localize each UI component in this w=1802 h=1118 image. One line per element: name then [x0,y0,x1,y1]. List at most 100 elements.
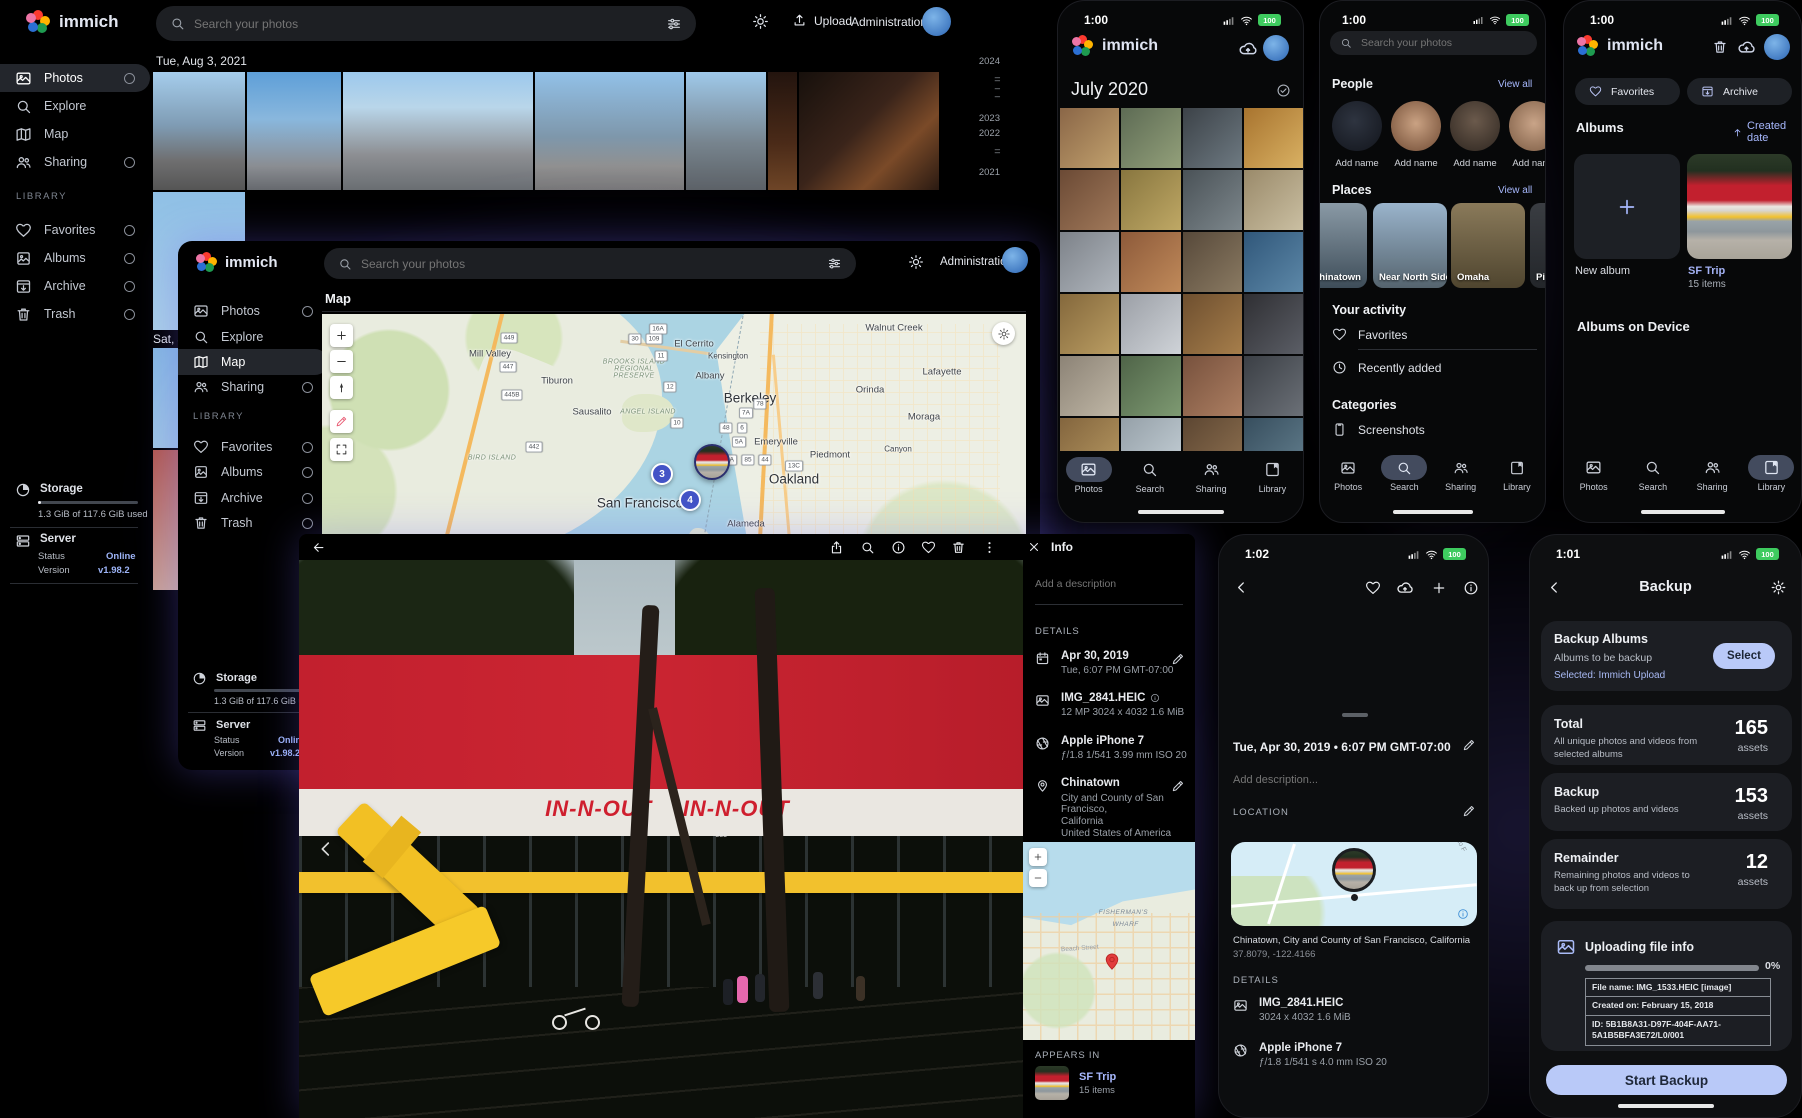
sort-created-date[interactable]: Created date [1732,120,1801,144]
description-input[interactable] [1233,774,1433,786]
photo-thumbnail[interactable] [343,72,533,190]
map-fullscreen-button[interactable] [330,438,353,461]
person-face[interactable] [1509,101,1546,151]
photo-tile[interactable] [1121,108,1180,168]
photo-thumbnail[interactable] [768,72,797,190]
search-bar[interactable] [1330,31,1537,55]
favorite-heart-icon[interactable] [921,540,936,555]
photo-thumbnail[interactable] [247,72,341,190]
search-input[interactable] [1361,37,1527,49]
map-zoom-out-button[interactable] [1029,869,1047,887]
sidebar-item-trash[interactable]: Trash [178,510,328,536]
edit-location-pencil-icon[interactable] [1171,779,1185,793]
search-bar[interactable] [156,6,696,41]
photo-tile[interactable] [1183,418,1242,451]
photo-thumbnail[interactable] [153,72,245,190]
upload-cloud-icon[interactable] [1396,579,1414,597]
place-tile[interactable]: Chinatown [1319,203,1367,288]
app-logo[interactable]: immich [26,10,119,34]
map-draw-button[interactable] [330,410,353,433]
sync-cloud-icon[interactable] [1238,39,1258,59]
sidebar-item-albums[interactable]: Albums [0,244,150,272]
photo-tile[interactable] [1244,356,1303,416]
nav-sharing[interactable]: Sharing [1683,455,1742,492]
place-tile[interactable]: Pi [1530,203,1546,288]
share-icon[interactable] [829,540,844,555]
close-icon[interactable] [1027,540,1041,554]
sidebar-item-explore[interactable]: Explore [178,324,328,350]
map-cluster-marker[interactable]: 4 [679,489,701,511]
photo-thumbnail[interactable] [799,72,939,190]
nav-photos[interactable]: Photos [1058,457,1119,494]
photo-tile[interactable] [1060,418,1119,451]
person-face[interactable] [1450,101,1500,151]
nav-library[interactable]: Library [1242,457,1303,494]
search-input[interactable] [194,17,657,31]
photo-tile[interactable] [1121,418,1180,451]
photo-tile[interactable] [1244,170,1303,230]
nav-library[interactable]: Library [1489,455,1545,492]
favorites-button[interactable]: Favorites [1575,78,1680,105]
person-face[interactable] [1332,101,1382,151]
add-name-label[interactable]: Add name [1388,158,1444,169]
add-name-label[interactable]: Add name [1447,158,1503,169]
map-photo-marker[interactable] [694,444,730,480]
sidebar-item-archive[interactable]: Archive [0,272,150,300]
photo-tile[interactable] [1183,108,1242,168]
trash-icon[interactable] [1712,39,1728,55]
photo-main-innout[interactable]: IN-N-OUT IN-N-OUT 333 [299,560,1023,1118]
photo-tile[interactable] [1060,170,1119,230]
theme-toggle-sun-icon[interactable] [752,13,769,30]
administration-link[interactable]: Administration [851,15,927,29]
photo-tile[interactable] [1121,294,1180,354]
search-input[interactable] [361,257,818,271]
description-input[interactable] [1035,578,1183,590]
photo-tile[interactable] [1183,232,1242,292]
info-icon[interactable] [1463,580,1479,596]
nav-library[interactable]: Library [1742,455,1801,492]
map-compass-button[interactable] [330,376,353,399]
sync-cloud-icon[interactable] [1737,38,1756,57]
screenshots-row[interactable]: Screenshots [1358,423,1425,437]
album-link-sf-trip[interactable]: SF Trip 15 items [1035,1066,1116,1100]
info-map[interactable]: FISHERMAN'S WHARF Beach Street [1023,842,1195,1040]
info-icon[interactable] [891,540,906,555]
nav-search[interactable]: Search [1376,455,1432,492]
album-tile-sf-trip[interactable] [1687,154,1792,259]
back-chevron-icon[interactable] [1233,579,1250,596]
place-tile[interactable]: Omaha [1451,203,1525,288]
sidebar-item-map[interactable]: Map [0,120,150,148]
user-avatar[interactable] [1263,35,1289,61]
places-view-all-link[interactable]: View all [1498,185,1532,196]
sidebar-item-map[interactable]: Map [178,349,328,375]
photo-tile[interactable] [1060,232,1119,292]
user-avatar[interactable] [1764,34,1790,60]
photo-tile[interactable] [1121,170,1180,230]
search-bar[interactable] [324,248,856,279]
map-zoom-out-button[interactable] [330,350,353,373]
nav-photos[interactable]: Photos [1320,455,1376,492]
photo-tile[interactable] [1244,232,1303,292]
previous-photo-chevron[interactable] [315,838,337,860]
user-avatar[interactable] [1002,247,1028,273]
sidebar-item-photos[interactable]: Photos [0,64,150,92]
photo-tile[interactable] [1121,356,1180,416]
sidebar-item-favorites[interactable]: Favorites [178,434,328,460]
photo-pin-marker[interactable] [1332,848,1376,892]
zoom-icon[interactable] [860,540,875,555]
photo-tile[interactable] [1060,356,1119,416]
add-name-label[interactable]: Add name [1506,158,1546,169]
sidebar-item-archive[interactable]: Archive [178,485,328,511]
sidebar-item-photos[interactable]: Photos [178,298,328,324]
info-circle-icon[interactable] [1150,693,1160,703]
nav-search[interactable]: Search [1623,455,1682,492]
timeline-scrubber[interactable]: 2024 –––– 2023 2022 –– 2021 [930,56,1000,178]
edit-date-pencil-icon[interactable] [1462,738,1476,752]
sidebar-item-sharing[interactable]: Sharing [0,148,150,176]
add-name-label[interactable]: Add name [1329,158,1385,169]
select-button[interactable]: Select [1713,643,1775,669]
theme-toggle-sun-icon[interactable] [908,254,924,270]
nav-photos[interactable]: Photos [1564,455,1623,492]
new-album-tile[interactable] [1574,154,1680,259]
add-plus-icon[interactable] [1431,580,1447,596]
